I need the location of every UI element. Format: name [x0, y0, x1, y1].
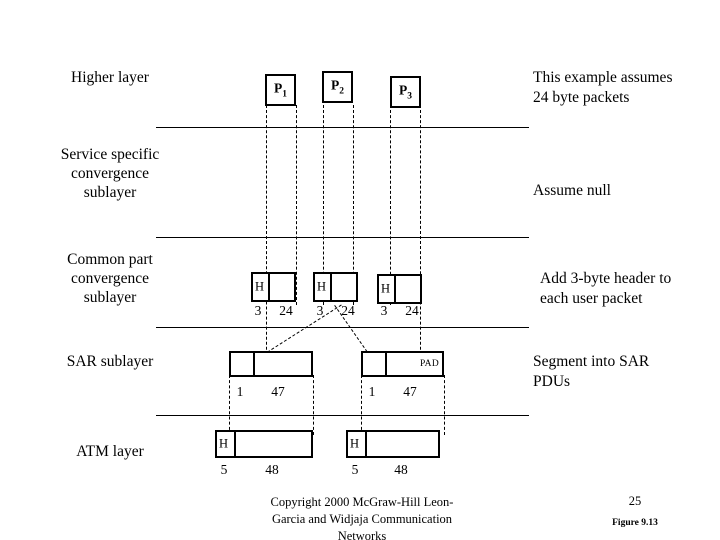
sar-header-size: 1 [236, 384, 244, 399]
cpcs-header-divider [330, 274, 332, 300]
layer-label-service-specific-convergence-sublayer: Service specific convergence sublayer [60, 146, 160, 201]
cpcs-header-label: H [317, 279, 327, 294]
page-number: 25 [628, 494, 642, 508]
cpcs-payload-size: 24 [279, 303, 293, 318]
layer-label-higher-layer: Higher layer [71, 69, 149, 86]
alignment-guide-sar1-right [313, 375, 314, 435]
layer-separator-4 [156, 415, 529, 416]
packet-label: P3 [399, 82, 412, 102]
sar-pdu[interactable]: PAD [361, 351, 444, 377]
alignment-guide-p1-right [296, 105, 297, 305]
sar-pdu[interactable] [229, 351, 313, 377]
cpcs-payload-size: 24 [341, 303, 355, 318]
alignment-guide-sar2-right [444, 375, 445, 435]
sar-header-divider [253, 353, 255, 375]
atm-payload-size: 48 [265, 462, 279, 477]
cpcs-header-divider [268, 274, 270, 300]
alignment-guide-p3-right [420, 105, 421, 375]
note-add-header: Add 3-byte header to each user packet [540, 270, 672, 307]
atm-header-size: 5 [220, 462, 228, 477]
packet-label: P2 [331, 77, 344, 97]
alignment-guide-p1-left [266, 105, 267, 375]
cpcs-pdu[interactable]: H [377, 274, 422, 304]
atm-header-divider [365, 432, 367, 456]
cpcs-pdu[interactable]: H [313, 272, 358, 302]
sar-header-size: 1 [368, 384, 376, 399]
layer-separator-3 [156, 327, 529, 328]
higher-layer-packet[interactable]: P1 [265, 74, 296, 106]
atm-header-size: 5 [351, 462, 359, 477]
atm-header-divider [234, 432, 236, 456]
note-segment: Segment into SAR PDUs [533, 353, 650, 390]
atm-header-label: H [219, 436, 229, 451]
sar-payload-size: 47 [271, 384, 285, 399]
layer-separator-1 [156, 127, 529, 128]
layer-separator-2 [156, 237, 529, 238]
note-packet-size: This example assumes 24 byte packets [533, 69, 673, 106]
note-assume-null: Assume null [533, 182, 611, 199]
higher-layer-packet[interactable]: P3 [390, 76, 421, 108]
atm-cell[interactable]: H [346, 430, 440, 458]
cpcs-payload-size: 24 [405, 303, 419, 318]
atm-cell[interactable]: H [215, 430, 313, 458]
cpcs-header-label: H [381, 281, 391, 296]
layer-label-sar-sublayer: SAR sublayer [66, 353, 154, 370]
higher-layer-packet[interactable]: P2 [322, 71, 353, 103]
slide-canvas: Higher layer Service specific convergenc… [0, 0, 720, 540]
cpcs-pdu[interactable]: H [251, 272, 296, 302]
cpcs-header-label: H [255, 279, 265, 294]
cpcs-header-divider [394, 276, 396, 302]
atm-payload-size: 48 [394, 462, 408, 477]
sar-header-divider [385, 353, 387, 375]
figure-number: Figure 9.13 [612, 518, 658, 528]
copyright-notice: Copyright 2000 McGraw-Hill Leon- Garcia … [270, 495, 454, 540]
atm-header-label: H [350, 436, 360, 451]
packet-label: P1 [274, 80, 287, 100]
layer-label-common-part-convergence-sublayer: Common part convergence sublayer [67, 251, 153, 306]
sar-payload-size: 47 [403, 384, 417, 399]
layer-label-atm-layer: ATM layer [76, 443, 144, 460]
sar-pad-label: PAD [419, 359, 439, 369]
